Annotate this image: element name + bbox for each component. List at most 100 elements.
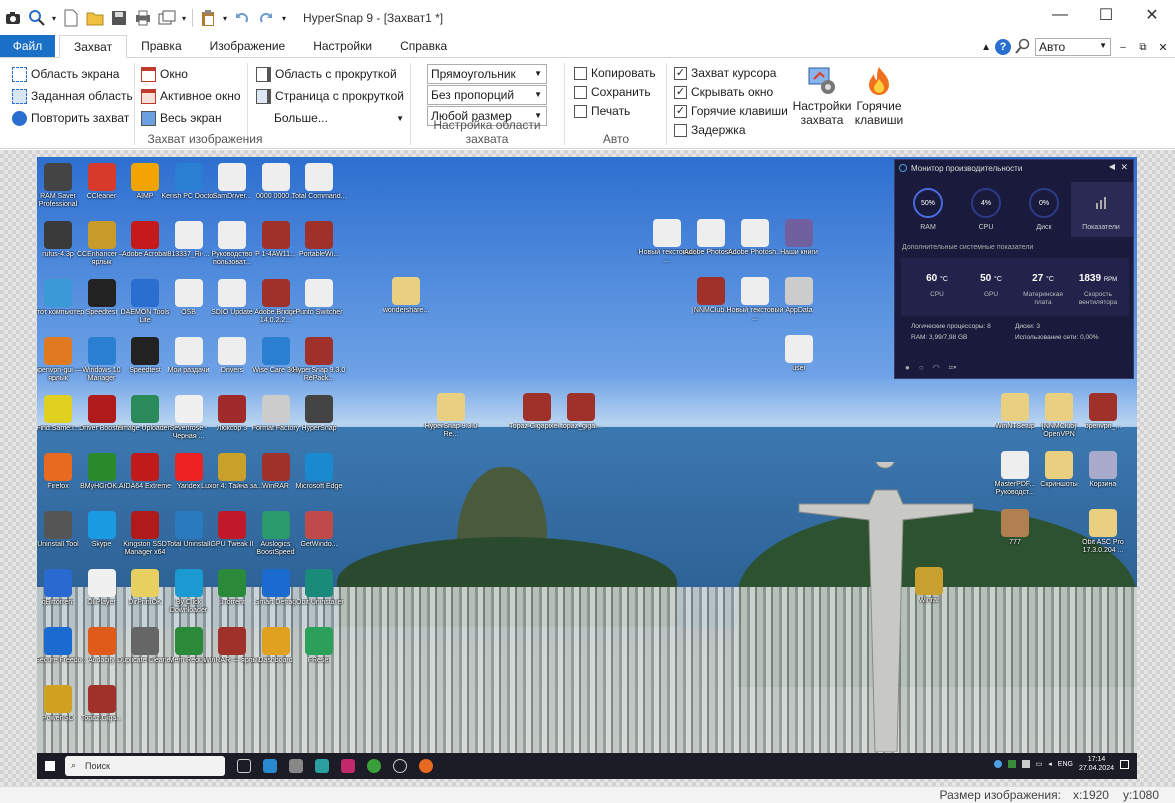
windows-start-icon[interactable] [45,761,55,771]
paste-icon[interactable] [197,7,219,29]
desktop-icon[interactable]: AppData [767,277,831,323]
desktop-icon[interactable]: openvpn_... [1071,393,1135,439]
print-icon[interactable] [132,7,154,29]
search-icon[interactable] [1015,38,1031,57]
capture-fixed-region-button[interactable]: Заданная область [12,86,133,106]
desktop-icon[interactable]: user [767,335,831,381]
clock[interactable]: 17:14 27.04.2024 [1079,755,1114,773]
desktop-icon[interactable]: HyperSnap [287,395,351,441]
search-icon[interactable]: ○ [919,363,924,373]
collapse-ribbon-icon[interactable]: ▲ [981,42,991,53]
volume-icon[interactable]: ◂ [1048,760,1052,768]
tab-edit[interactable]: Правка [127,35,196,57]
desktop-app-icon [305,163,333,191]
copy-icon[interactable] [156,7,178,29]
crop-icon[interactable]: ⌗▾ [949,363,957,373]
maximize-icon[interactable]: ☐ [1083,0,1129,30]
shape-combo[interactable]: Прямоугольник ▼ [427,64,547,84]
capture-fullscreen-button[interactable]: Весь экран [141,108,222,128]
tray-icon[interactable] [1021,760,1030,768]
desktop-icon[interactable]: Наши книги [767,219,831,265]
tray-icon[interactable] [1007,760,1016,768]
desktop-icon[interactable]: GetWindo... [287,511,351,557]
capture-region-button[interactable]: Область экрана [12,64,119,84]
doc-restore-icon[interactable]: ⧉ [1135,42,1151,53]
desktop-icon[interactable]: Total Command... [287,163,351,209]
desktop-app-icon [567,393,595,421]
capture-cursor-checkbox[interactable]: ✓ Захват курсора [674,64,776,82]
delay-checkbox[interactable]: Задержка [674,121,746,139]
capture-window-button[interactable]: Окно [141,64,188,84]
hide-window-checkbox[interactable]: ✓ Скрывать окно [674,83,773,101]
desktop-icon[interactable]: Microsoft Edge [287,453,351,499]
desktop-icon-label: topaz_giga... [560,423,602,430]
new-file-icon[interactable] [60,7,82,29]
capture-settings-button[interactable]: Настройки захвата [792,65,852,127]
desktop-icon[interactable]: PortableWi... [287,221,351,267]
desktop-icon[interactable]: 777 [983,509,1047,555]
hotkeys-checkbox[interactable]: ✓ Горячие клавиши [674,102,788,120]
captured-screenshot[interactable]: RAM Saver Professional CCleaner AIMP Kerish… [37,157,1137,779]
minimize-icon[interactable]: — [1037,0,1083,30]
auto-print-checkbox[interactable]: Печать [574,102,630,120]
desktop-icon[interactable]: HyperSnap 9.3.0 Re... [419,393,483,439]
utorrent-icon[interactable] [367,759,381,773]
save-icon[interactable] [108,7,130,29]
task-view-icon[interactable] [237,759,251,773]
tray-icon[interactable] [993,760,1002,768]
redo-icon[interactable] [255,7,277,29]
capture-active-window-button[interactable]: Активное окно [141,86,241,106]
desktop-icon[interactable]: Punto Switcher [287,279,351,325]
app-icon[interactable] [341,759,355,773]
proportion-combo[interactable]: Без пропорций ▼ [427,85,547,105]
desktop-icon[interactable]: Корзина [1071,451,1135,497]
tab-settings[interactable]: Настройки [299,35,386,57]
desktop-icon[interactable]: Obit ASC Pro 17.3.0.204 ... [1071,509,1135,555]
hotkeys-button[interactable]: Горячие клавиши [854,65,904,127]
store-icon[interactable] [263,759,277,773]
desktop-icon[interactable]: wondershare... [374,277,438,323]
zoom-combo[interactable]: Авто ▼ [1035,38,1111,56]
dropdown-icon[interactable]: ▾ [221,7,229,29]
speed-icon[interactable]: ◠ [933,363,940,373]
zoom-icon[interactable] [26,7,48,29]
tab-file[interactable]: Файл [0,35,55,57]
auto-save-checkbox[interactable]: Сохранить [574,83,651,101]
capture-scroll-region-button[interactable]: Область с прокруткой [256,64,397,84]
rocket-icon[interactable]: ● [905,363,910,373]
zoom-dropdown-icon[interactable]: ▾ [50,7,58,29]
app-icon[interactable] [289,759,303,773]
repeat-capture-button[interactable]: Повторить захват [12,108,129,128]
desktop-icon[interactable]: IObit Uninstaller [287,569,351,615]
doc-minimize-icon[interactable]: – [1115,42,1131,53]
doc-close-icon[interactable]: ✕ [1155,41,1171,54]
app-icon[interactable] [315,759,329,773]
perf-minimize-icon[interactable]: ◀ [1109,162,1115,171]
app-camera-icon[interactable] [2,7,24,29]
desktop-icon[interactable]: FReset [287,627,351,673]
auto-copy-checkbox[interactable]: Копировать [574,64,656,82]
customize-toolbar-icon[interactable]: ▾ [279,7,289,29]
tab-capture[interactable]: Захват [59,35,128,58]
tab-help[interactable]: Справка [386,35,461,57]
more-button[interactable]: Больше... ▼ [274,108,404,128]
language-indicator[interactable]: ENG [1058,761,1073,768]
dropdown-icon[interactable]: ▾ [180,7,188,29]
undo-icon[interactable] [231,7,253,29]
image-canvas[interactable]: RAM Saver Professional CCleaner AIMP Kerish… [0,150,1175,786]
desktop-icon[interactable]: topaz_giga... [549,393,613,439]
speedtest-icon[interactable] [393,759,407,773]
desktop-icon[interactable]: Winrar [897,567,961,613]
capture-scroll-page-button[interactable]: Страница с прокруткой [256,86,404,106]
close-icon[interactable]: ✕ [1129,0,1175,30]
desktop-icon[interactable]: HyperSnap 9.3.0 RePack... [287,337,351,383]
tab-image[interactable]: Изображение [196,35,300,57]
help-icon[interactable]: ? [995,39,1011,55]
open-folder-icon[interactable] [84,7,106,29]
desktop-icon[interactable]: Topaz.Giga... [70,685,134,731]
perf-close-icon[interactable]: ✕ [1120,162,1128,173]
network-icon[interactable]: ▭ [1036,760,1043,768]
firefox-icon[interactable] [419,759,433,773]
notifications-icon[interactable] [1120,759,1129,769]
taskbar-search[interactable]: ⌕ Поиск [65,756,225,776]
